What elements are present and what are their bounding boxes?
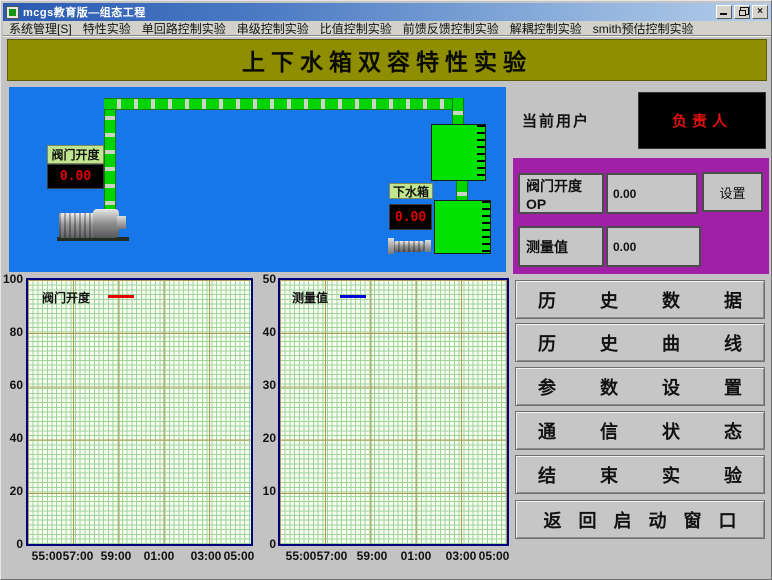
page-title: 上下水箱双容特性实验 [242, 49, 532, 75]
measure-label: 测量值 [518, 226, 604, 267]
menu-system-manage[interactable]: 系统管理[S] [9, 20, 72, 37]
restore-icon [739, 10, 746, 16]
menu-bar: 系统管理[S] 特性实验 单回路控制实验 串级控制实验 比值控制实验 前馈反馈控… [3, 21, 771, 36]
upper-tank-scale [477, 125, 485, 180]
process-diagram: 阀门开度 0.00 下水箱 0.00 [9, 87, 506, 272]
parameter-settings-button[interactable]: 参数设置 [515, 367, 765, 406]
menu-cascade[interactable]: 串级控制实验 [237, 20, 309, 37]
end-experiment-button[interactable]: 结束实验 [515, 455, 765, 494]
valve-op-input[interactable]: 0.00 [606, 173, 698, 214]
pipe-pump-riser [104, 103, 116, 215]
pipe-upper-tank-inlet [452, 98, 464, 126]
left-chart-ytick: 20 [9, 484, 23, 498]
right-chart-xtick: 57:00 [316, 549, 348, 563]
measure-value-display: 0.00 [606, 226, 701, 267]
minimize-icon [720, 13, 727, 15]
history-curve-button[interactable]: 历史曲线 [515, 323, 765, 362]
drain-pump-cap [388, 238, 394, 254]
left-chart-xtick: 55:00 [31, 549, 63, 563]
experiment-title-banner: 上下水箱双容特性实验 [7, 39, 767, 81]
pump-nozzle [117, 216, 126, 229]
right-chart-xtick: 05:00 [478, 549, 510, 563]
left-chart-xtick: 01:00 [143, 549, 175, 563]
lower-tank [434, 200, 491, 254]
right-chart-xtick: 59:00 [356, 549, 388, 563]
close-icon: × [757, 6, 763, 17]
right-chart-ytick: 30 [262, 378, 276, 392]
measure-legend-line [340, 295, 366, 298]
mcgs-window: mcgs教育版—组态工程 × 系统管理[S] 特性实验 单回路控制实验 串级控制… [0, 0, 772, 580]
left-chart-xtick: 03:00 [190, 549, 222, 563]
valve-trend-plot: 阀门开度 [26, 278, 253, 546]
valve-legend-label: 阀门开度 [42, 291, 91, 305]
menu-smith[interactable]: smith预估控制实验 [593, 20, 694, 37]
drain-valve [425, 240, 431, 252]
restore-button[interactable] [734, 5, 750, 19]
left-chart-xtick: 05:00 [223, 549, 255, 563]
close-button[interactable]: × [752, 5, 768, 19]
comm-status-button[interactable]: 通信状态 [515, 411, 765, 450]
menu-feedforward[interactable]: 前馈反馈控制实验 [403, 20, 499, 37]
left-chart-ytick: 60 [9, 378, 23, 392]
lower-tank-scale [482, 201, 490, 253]
menu-decoupling[interactable]: 解耦控制实验 [510, 20, 582, 37]
lower-tank-display: 0.00 [389, 204, 432, 230]
right-chart-ytick: 10 [262, 484, 276, 498]
right-chart-ytick: 20 [262, 431, 276, 445]
history-data-button[interactable]: 历史数据 [515, 280, 765, 319]
pipe-top-horizontal [104, 98, 464, 110]
menu-ratio[interactable]: 比值控制实验 [320, 20, 392, 37]
menu-single-loop[interactable]: 单回路控制实验 [142, 20, 226, 37]
lower-tank-tag: 下水箱 [389, 183, 433, 199]
measure-legend-label: 测量值 [292, 291, 329, 305]
upper-tank [431, 124, 486, 181]
right-chart-ytick: 40 [262, 325, 276, 339]
app-icon [6, 5, 19, 19]
right-chart-ytick: 50 [262, 272, 276, 286]
left-chart-ytick: 0 [16, 537, 23, 551]
measure-trend-plot: 测量值 [278, 278, 509, 546]
valve-opening-display: 0.00 [47, 164, 104, 189]
right-chart-ytick: 0 [269, 537, 276, 551]
left-chart-ytick: 80 [9, 325, 23, 339]
left-chart-ytick: 100 [2, 272, 23, 286]
return-start-window-button[interactable]: 返回启动窗口 [515, 500, 765, 539]
right-chart-xtick: 55:00 [285, 549, 317, 563]
valve-opening-tag: 阀门开度 [47, 145, 104, 164]
menu-characteristic-exp[interactable]: 特性实验 [83, 20, 131, 37]
pump-motor [59, 213, 95, 238]
window-title: mcgs教育版—组态工程 [23, 7, 146, 19]
valve-op-label: 阀门开度OP [518, 173, 604, 214]
pump-head [93, 209, 119, 238]
valve-legend-line [108, 295, 134, 298]
current-user-label: 当前用户 [522, 113, 591, 130]
left-chart-ytick: 40 [9, 431, 23, 445]
right-chart-xtick: 01:00 [400, 549, 432, 563]
minimize-button[interactable] [716, 5, 732, 19]
right-chart-xtick: 03:00 [445, 549, 477, 563]
left-chart-xtick: 57:00 [62, 549, 94, 563]
current-user-display: 负责人 [638, 92, 766, 149]
left-chart-xtick: 59:00 [100, 549, 132, 563]
title-bar: mcgs教育版—组态工程 × [3, 3, 771, 21]
set-button[interactable]: 设置 [702, 172, 763, 212]
drain-pump [393, 241, 425, 252]
